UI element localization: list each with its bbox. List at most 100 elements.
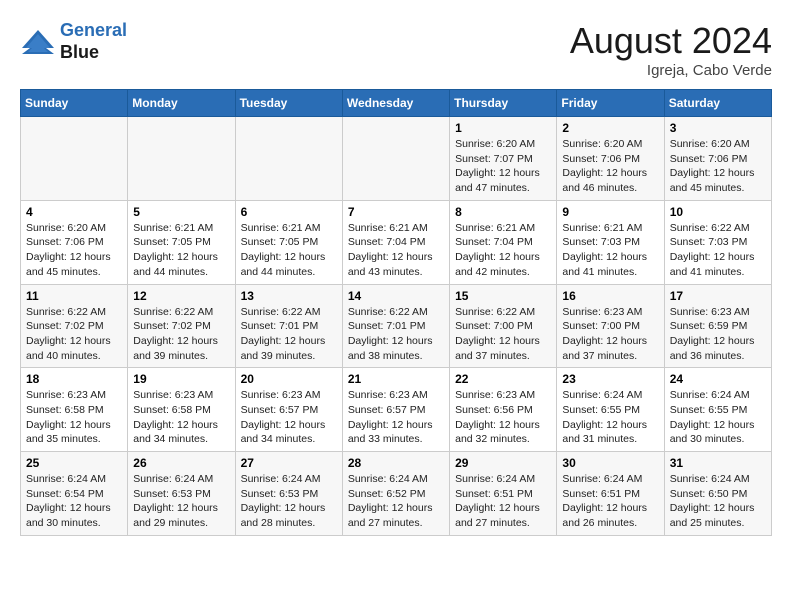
day-cell: 22 Sunrise: 6:23 AMSunset: 6:56 PMDayligh… xyxy=(450,368,557,452)
col-header-monday: Monday xyxy=(128,90,235,117)
day-cell: 31 Sunrise: 6:24 AMSunset: 6:50 PMDayligh… xyxy=(664,452,771,536)
day-number: 14 xyxy=(348,289,444,303)
day-info: Sunrise: 6:23 AMSunset: 7:00 PMDaylight:… xyxy=(562,305,658,364)
title-block: August 2024 Igreja, Cabo Verde xyxy=(570,20,772,79)
day-cell xyxy=(342,117,449,201)
day-info: Sunrise: 6:24 AMSunset: 6:52 PMDaylight:… xyxy=(348,472,444,531)
day-info: Sunrise: 6:21 AMSunset: 7:03 PMDaylight:… xyxy=(562,221,658,280)
day-info: Sunrise: 6:21 AMSunset: 7:05 PMDaylight:… xyxy=(241,221,337,280)
header-row: SundayMondayTuesdayWednesdayThursdayFrid… xyxy=(21,90,772,117)
day-info: Sunrise: 6:23 AMSunset: 6:59 PMDaylight:… xyxy=(670,305,766,364)
location-subtitle: Igreja, Cabo Verde xyxy=(570,62,772,79)
day-cell: 25Sunrise: 6:24 AMSunset: 6:54 PMDayligh… xyxy=(21,452,128,536)
day-number: 29 xyxy=(455,456,551,470)
day-number: 27 xyxy=(241,456,337,470)
day-number: 6 xyxy=(241,205,337,219)
day-number: 1 xyxy=(455,121,551,135)
day-cell: 21Sunrise: 6:23 AMSunset: 6:57 PMDayligh… xyxy=(342,368,449,452)
day-cell: 16 Sunrise: 6:23 AMSunset: 7:00 PMDayligh… xyxy=(557,284,664,368)
day-number: 13 xyxy=(241,289,337,303)
day-info: Sunrise: 6:20 AMSunset: 7:07 PMDaylight:… xyxy=(455,137,551,196)
day-number: 16 xyxy=(562,289,658,303)
day-cell: 12Sunrise: 6:22 AMSunset: 7:02 PMDayligh… xyxy=(128,284,235,368)
day-cell: 27 Sunrise: 6:24 AMSunset: 6:53 PMDayligh… xyxy=(235,452,342,536)
day-cell: 26 Sunrise: 6:24 AMSunset: 6:53 PMDayligh… xyxy=(128,452,235,536)
page-header: General Blue August 2024 Igreja, Cabo Ve… xyxy=(20,20,772,79)
day-cell: 24Sunrise: 6:24 AMSunset: 6:55 PMDayligh… xyxy=(664,368,771,452)
day-info: Sunrise: 6:24 AMSunset: 6:53 PMDaylight:… xyxy=(133,472,229,531)
day-info: Sunrise: 6:24 AMSunset: 6:55 PMDaylight:… xyxy=(562,388,658,447)
week-row-2: 4Sunrise: 6:20 AMSunset: 7:06 PMDaylight… xyxy=(21,200,772,284)
day-number: 10 xyxy=(670,205,766,219)
day-cell: 10Sunrise: 6:22 AMSunset: 7:03 PMDayligh… xyxy=(664,200,771,284)
col-header-tuesday: Tuesday xyxy=(235,90,342,117)
day-info: Sunrise: 6:21 AMSunset: 7:05 PMDaylight:… xyxy=(133,221,229,280)
day-number: 7 xyxy=(348,205,444,219)
day-number: 3 xyxy=(670,121,766,135)
day-number: 30 xyxy=(562,456,658,470)
day-number: 26 xyxy=(133,456,229,470)
day-cell: 13Sunrise: 6:22 AMSunset: 7:01 PMDayligh… xyxy=(235,284,342,368)
logo: General Blue xyxy=(20,20,127,63)
day-number: 2 xyxy=(562,121,658,135)
day-cell xyxy=(21,117,128,201)
day-number: 15 xyxy=(455,289,551,303)
day-info: Sunrise: 6:24 AMSunset: 6:55 PMDaylight:… xyxy=(670,388,766,447)
day-cell: 7Sunrise: 6:21 AMSunset: 7:04 PMDaylight… xyxy=(342,200,449,284)
day-cell: 3Sunrise: 6:20 AMSunset: 7:06 PMDaylight… xyxy=(664,117,771,201)
day-cell: 11Sunrise: 6:22 AMSunset: 7:02 PMDayligh… xyxy=(21,284,128,368)
day-number: 5 xyxy=(133,205,229,219)
day-cell: 15 Sunrise: 6:22 AMSunset: 7:00 PMDayligh… xyxy=(450,284,557,368)
day-cell: 17 Sunrise: 6:23 AMSunset: 6:59 PMDayligh… xyxy=(664,284,771,368)
day-cell: 23 Sunrise: 6:24 AMSunset: 6:55 PMDayligh… xyxy=(557,368,664,452)
day-cell: 5 Sunrise: 6:21 AMSunset: 7:05 PMDaylight… xyxy=(128,200,235,284)
week-row-5: 25Sunrise: 6:24 AMSunset: 6:54 PMDayligh… xyxy=(21,452,772,536)
day-info: Sunrise: 6:20 AMSunset: 7:06 PMDaylight:… xyxy=(26,221,122,280)
day-cell: 4Sunrise: 6:20 AMSunset: 7:06 PMDaylight… xyxy=(21,200,128,284)
day-cell: 2 Sunrise: 6:20 AMSunset: 7:06 PMDaylight… xyxy=(557,117,664,201)
day-info: Sunrise: 6:24 AMSunset: 6:53 PMDaylight:… xyxy=(241,472,337,531)
col-header-wednesday: Wednesday xyxy=(342,90,449,117)
day-cell: 19Sunrise: 6:23 AMSunset: 6:58 PMDayligh… xyxy=(128,368,235,452)
day-cell: 20Sunrise: 6:23 AMSunset: 6:57 PMDayligh… xyxy=(235,368,342,452)
calendar-table: SundayMondayTuesdayWednesdayThursdayFrid… xyxy=(20,89,772,536)
logo-icon xyxy=(20,28,56,56)
col-header-thursday: Thursday xyxy=(450,90,557,117)
day-cell: 29 Sunrise: 6:24 AMSunset: 6:51 PMDayligh… xyxy=(450,452,557,536)
logo-line1: General xyxy=(60,20,127,40)
week-row-3: 11Sunrise: 6:22 AMSunset: 7:02 PMDayligh… xyxy=(21,284,772,368)
day-number: 19 xyxy=(133,372,229,386)
day-info: Sunrise: 6:24 AMSunset: 6:51 PMDaylight:… xyxy=(562,472,658,531)
logo-line2: Blue xyxy=(60,42,127,64)
day-cell: 6 Sunrise: 6:21 AMSunset: 7:05 PMDaylight… xyxy=(235,200,342,284)
day-number: 23 xyxy=(562,372,658,386)
day-cell xyxy=(235,117,342,201)
day-cell: 1 Sunrise: 6:20 AMSunset: 7:07 PMDaylight… xyxy=(450,117,557,201)
day-number: 20 xyxy=(241,372,337,386)
calendar-body: 1 Sunrise: 6:20 AMSunset: 7:07 PMDaylight… xyxy=(21,117,772,536)
day-info: Sunrise: 6:22 AMSunset: 7:02 PMDaylight:… xyxy=(26,305,122,364)
day-number: 22 xyxy=(455,372,551,386)
day-info: Sunrise: 6:22 AMSunset: 7:02 PMDaylight:… xyxy=(133,305,229,364)
col-header-friday: Friday xyxy=(557,90,664,117)
col-header-saturday: Saturday xyxy=(664,90,771,117)
day-info: Sunrise: 6:23 AMSunset: 6:56 PMDaylight:… xyxy=(455,388,551,447)
day-info: Sunrise: 6:24 AMSunset: 6:51 PMDaylight:… xyxy=(455,472,551,531)
day-number: 17 xyxy=(670,289,766,303)
day-info: Sunrise: 6:24 AMSunset: 6:50 PMDaylight:… xyxy=(670,472,766,531)
day-number: 28 xyxy=(348,456,444,470)
col-header-sunday: Sunday xyxy=(21,90,128,117)
day-number: 21 xyxy=(348,372,444,386)
month-title: August 2024 xyxy=(570,20,772,62)
day-info: Sunrise: 6:24 AMSunset: 6:54 PMDaylight:… xyxy=(26,472,122,531)
day-number: 31 xyxy=(670,456,766,470)
day-cell: 30 Sunrise: 6:24 AMSunset: 6:51 PMDayligh… xyxy=(557,452,664,536)
day-cell: 14Sunrise: 6:22 AMSunset: 7:01 PMDayligh… xyxy=(342,284,449,368)
day-number: 9 xyxy=(562,205,658,219)
day-info: Sunrise: 6:20 AMSunset: 7:06 PMDaylight:… xyxy=(562,137,658,196)
week-row-1: 1 Sunrise: 6:20 AMSunset: 7:07 PMDaylight… xyxy=(21,117,772,201)
day-cell: 28 Sunrise: 6:24 AMSunset: 6:52 PMDayligh… xyxy=(342,452,449,536)
day-cell: 18Sunrise: 6:23 AMSunset: 6:58 PMDayligh… xyxy=(21,368,128,452)
calendar-header: SundayMondayTuesdayWednesdayThursdayFrid… xyxy=(21,90,772,117)
day-info: Sunrise: 6:22 AMSunset: 7:00 PMDaylight:… xyxy=(455,305,551,364)
